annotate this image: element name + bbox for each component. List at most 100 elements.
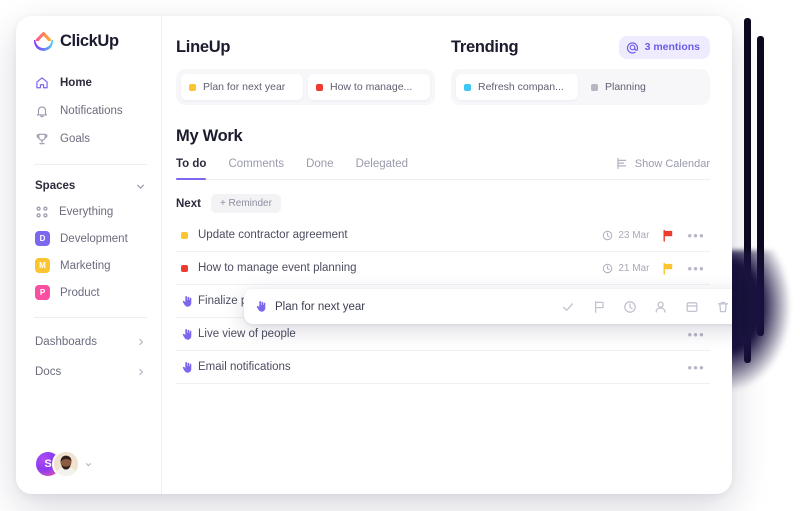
- sidebar-item-label: Development: [60, 232, 128, 245]
- sidebar-item-goals[interactable]: Goals: [16, 125, 161, 153]
- flag-icon[interactable]: [592, 300, 606, 314]
- task-name: How to manage event planning: [198, 262, 357, 274]
- trending-chip[interactable]: Refresh compan...: [456, 74, 578, 100]
- reminder-hand-icon: [181, 361, 194, 374]
- brand-name: ClickUp: [60, 32, 119, 50]
- top-sections: LineUp Plan for next year How to manage.…: [162, 34, 732, 105]
- calendar-icon: [615, 157, 628, 170]
- chevron-down-icon: [136, 182, 145, 191]
- trash-icon[interactable]: [716, 300, 730, 314]
- task-more-menu[interactable]: •••: [687, 229, 705, 242]
- task-reminder-marker: [176, 361, 198, 374]
- sidebar-section-label: Spaces: [35, 180, 76, 192]
- tab-delegated[interactable]: Delegated: [356, 158, 408, 179]
- space-badge-marketing: M: [35, 258, 50, 273]
- sidebar-item-dashboards[interactable]: Dashboards: [16, 327, 161, 357]
- task-meta: •••: [687, 361, 710, 374]
- trending-title: Trending: [451, 37, 519, 56]
- at-icon: [626, 41, 639, 54]
- task-more-menu[interactable]: •••: [687, 328, 705, 341]
- sidebar-item-label: Goals: [60, 133, 91, 145]
- clickup-logo-icon: [34, 32, 53, 51]
- reminder-hand-icon: [181, 295, 194, 308]
- table-row[interactable]: How to manage event planning 21 Mar •••: [176, 252, 710, 285]
- task-due-label: 23 Mar: [618, 229, 650, 241]
- clock-icon: [602, 230, 613, 241]
- mentions-badge[interactable]: 3 mentions: [618, 35, 710, 59]
- task-more-menu[interactable]: •••: [687, 361, 705, 374]
- flag-icon[interactable]: [662, 229, 674, 242]
- task-due-date[interactable]: 21 Mar: [602, 263, 649, 274]
- lineup-chip-tray: Plan for next year How to manage...: [176, 69, 435, 105]
- sidebar-item-notifications[interactable]: Notifications: [16, 97, 161, 125]
- check-icon[interactable]: [561, 300, 575, 314]
- trending-chip-label: Planning: [605, 81, 646, 93]
- table-row[interactable]: Update contractor agreement 23 Mar •••: [176, 219, 710, 252]
- task-due-label: 21 Mar: [618, 262, 650, 274]
- bell-icon: [35, 104, 49, 118]
- task-status-dot: [176, 231, 198, 239]
- table-row[interactable]: Email notifications •••: [176, 351, 710, 384]
- lineup-chip[interactable]: How to manage...: [308, 74, 430, 100]
- task-name: Live view of people: [198, 328, 296, 340]
- chevron-down-icon[interactable]: [85, 461, 92, 468]
- task-due-date[interactable]: 23 Mar: [602, 230, 649, 241]
- sidebar-item-label: Notifications: [60, 105, 123, 117]
- chevron-right-icon: [137, 368, 145, 376]
- tab-done[interactable]: Done: [306, 158, 334, 179]
- sidebar-item-label: Docs: [35, 366, 62, 378]
- sidebar-item-label: Everything: [59, 205, 114, 218]
- show-calendar-label: Show Calendar: [634, 157, 710, 170]
- assign-user-icon[interactable]: [654, 300, 668, 314]
- mentions-badge-label: 3 mentions: [644, 41, 700, 53]
- task-meta: 23 Mar •••: [602, 229, 710, 242]
- sidebar-item-label: Marketing: [60, 259, 111, 272]
- task-reminder-marker: [176, 328, 198, 341]
- trending-chip[interactable]: Planning: [583, 74, 705, 100]
- sidebar-item-home[interactable]: Home: [16, 69, 161, 97]
- trending-header: Trending 3 mentions: [451, 34, 710, 60]
- reminder-card-title: Plan for next year: [275, 300, 366, 313]
- status-dot-icon: [189, 83, 196, 91]
- add-reminder-button[interactable]: + Reminder: [210, 194, 281, 213]
- status-dot-icon: [181, 264, 188, 272]
- lineup-chip-label: Plan for next year: [203, 81, 286, 93]
- space-badge-product: P: [35, 285, 50, 300]
- reminder-hand-icon: [255, 300, 275, 313]
- sidebar-item-marketing[interactable]: M Marketing: [16, 252, 161, 279]
- task-meta: •••: [687, 328, 710, 341]
- status-dot-icon: [181, 231, 188, 239]
- sidebar-item-label: Product: [60, 286, 100, 299]
- avatar-stack[interactable]: S: [34, 450, 80, 478]
- sidebar-divider: [34, 317, 147, 318]
- calendar-icon[interactable]: [685, 300, 699, 314]
- sidebar-item-label: Home: [60, 77, 92, 89]
- sidebar-item-everything[interactable]: Everything: [16, 198, 161, 225]
- tab-todo[interactable]: To do: [176, 158, 207, 180]
- tab-comments[interactable]: Comments: [228, 158, 284, 179]
- sidebar-section-spaces[interactable]: Spaces: [16, 174, 161, 198]
- task-more-menu[interactable]: •••: [687, 262, 705, 275]
- clock-icon: [602, 263, 613, 274]
- lineup-chip[interactable]: Plan for next year: [181, 74, 303, 100]
- sidebar-item-docs[interactable]: Docs: [16, 357, 161, 387]
- brand-logo-area[interactable]: ClickUp: [16, 30, 161, 69]
- show-calendar-button[interactable]: Show Calendar: [615, 157, 710, 170]
- sidebar-item-development[interactable]: D Development: [16, 225, 161, 252]
- task-status-dot: [176, 264, 198, 272]
- page-title: My Work: [176, 127, 243, 145]
- space-badge-development: D: [35, 231, 50, 246]
- reminder-hand-icon: [181, 328, 194, 341]
- reminder-hover-card[interactable]: Plan for next year: [244, 289, 732, 324]
- mywork-tabs: To do Comments Done Delegated Show Calen…: [176, 157, 710, 180]
- flag-icon[interactable]: [662, 262, 674, 275]
- mywork-tabs-wrap: To do Comments Done Delegated Show Calen…: [176, 158, 710, 180]
- status-dot-icon: [464, 83, 471, 91]
- task-name: Update contractor agreement: [198, 229, 348, 241]
- reminder-card-actions: [561, 300, 732, 314]
- sidebar-item-product[interactable]: P Product: [16, 279, 161, 306]
- sidebar-item-label: Dashboards: [35, 336, 98, 348]
- clock-icon[interactable]: [623, 300, 637, 314]
- sidebar-footer[interactable]: S: [16, 450, 161, 494]
